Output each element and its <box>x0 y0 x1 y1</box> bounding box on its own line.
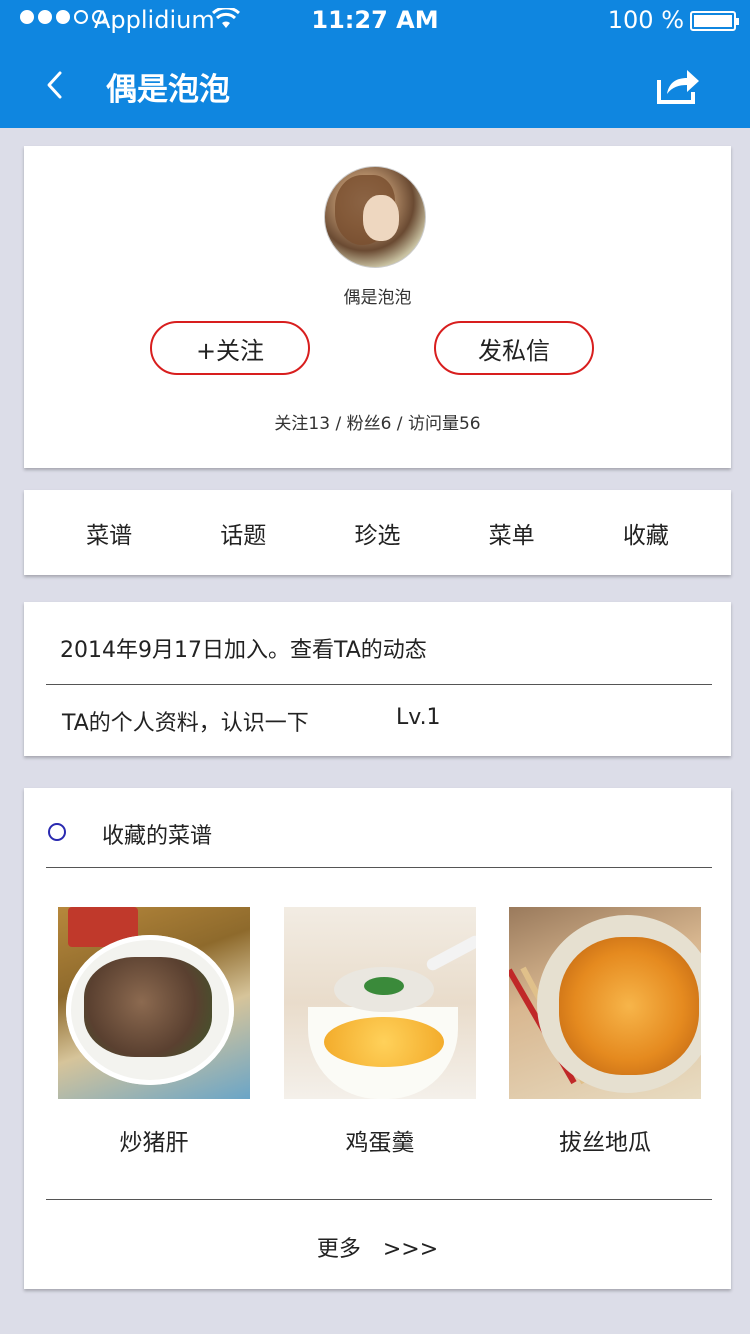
recipe-item[interactable]: 鸡蛋羹 <box>284 907 476 1157</box>
divider <box>46 1199 712 1200</box>
recipe-item[interactable]: 拔丝地瓜 <box>509 907 701 1157</box>
chevron-left-icon <box>47 71 62 99</box>
divider <box>46 684 712 685</box>
user-level: Lv.1 <box>396 705 441 730</box>
more-button[interactable]: 更多 >>> <box>24 1231 731 1263</box>
profile-card: 偶是泡泡 +关注 发私信 关注13 / 粉丝6 / 访问量56 <box>24 146 731 468</box>
top-bar: Applidium 11:27 AM 100 % 偶是泡泡 <box>0 0 750 128</box>
share-button[interactable] <box>655 64 701 106</box>
tab-menus[interactable]: 菜单 <box>452 516 572 550</box>
info-card: 2014年9月17日加入。查看TA的动态 TA的个人资料，认识一下 Lv.1 <box>24 602 731 756</box>
tab-recipes[interactable]: 菜谱 <box>49 516 169 550</box>
recipe-image[interactable] <box>284 907 476 1099</box>
recipe-name[interactable]: 炒猪肝 <box>58 1123 250 1157</box>
divider <box>46 867 712 868</box>
favorites-card: 收藏的菜谱 炒猪肝 鸡蛋羹 拔丝地瓜 更多 >>> <box>24 788 731 1289</box>
category-tabs: 菜谱 话题 珍选 菜单 收藏 <box>24 490 731 575</box>
back-button[interactable] <box>30 60 80 110</box>
status-bar: Applidium 11:27 AM 100 % <box>0 0 750 40</box>
recipe-image[interactable] <box>58 907 250 1099</box>
tab-favorites[interactable]: 收藏 <box>586 516 706 550</box>
profile-details-link[interactable]: TA的个人资料，认识一下 <box>62 705 309 737</box>
share-icon <box>657 70 699 104</box>
recipe-name[interactable]: 鸡蛋羹 <box>284 1123 476 1157</box>
message-button[interactable]: 发私信 <box>434 321 594 375</box>
favorites-title: 收藏的菜谱 <box>102 824 213 849</box>
recipe-image[interactable] <box>509 907 701 1099</box>
circle-icon <box>48 823 66 841</box>
tab-selections[interactable]: 珍选 <box>317 516 437 550</box>
avatar[interactable] <box>324 166 426 268</box>
page-title: 偶是泡泡 <box>106 72 230 108</box>
recipe-item[interactable]: 炒猪肝 <box>58 907 250 1157</box>
recipe-name[interactable]: 拔丝地瓜 <box>509 1123 701 1157</box>
follow-button[interactable]: +关注 <box>150 321 310 375</box>
tab-topics[interactable]: 话题 <box>183 516 303 550</box>
more-arrows: >>> <box>382 1237 439 1262</box>
joined-activity-link[interactable]: 2014年9月17日加入。查看TA的动态 <box>60 632 427 664</box>
battery-percent: 100 % <box>607 6 684 34</box>
profile-name: 偶是泡泡 <box>343 288 412 308</box>
profile-stats: 关注13 / 粉丝6 / 访问量56 <box>274 414 481 434</box>
battery-icon <box>690 11 739 31</box>
more-label: 更多 <box>316 1237 361 1262</box>
